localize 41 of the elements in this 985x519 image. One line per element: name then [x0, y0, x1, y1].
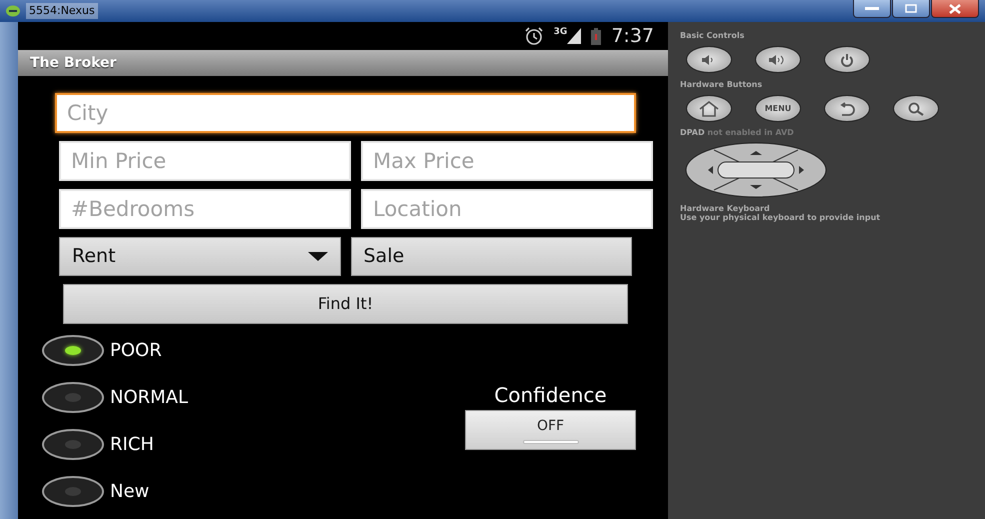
- minimize-button[interactable]: [853, 0, 891, 18]
- menu-button[interactable]: MENU: [755, 95, 801, 122]
- volume-down-button[interactable]: [686, 46, 732, 73]
- maximize-button[interactable]: [892, 0, 930, 18]
- keyboard-note: Use your physical keyboard to provide input: [680, 213, 882, 223]
- toggle-button[interactable]: OFF: [465, 410, 636, 450]
- dropdown[interactable]: Rent: [59, 237, 340, 276]
- maximize-icon: [905, 4, 917, 13]
- close-button[interactable]: [931, 0, 979, 18]
- app-title: The Broker: [18, 50, 668, 76]
- dpad-note: DPAD not enabled in AVD: [680, 128, 795, 138]
- section-title: Hardware Buttons: [680, 79, 764, 91]
- battery-icon: [591, 28, 602, 44]
- minimize-icon: [865, 6, 879, 10]
- radio-option[interactable]: RICH: [42, 426, 188, 462]
- signal-icon: [567, 28, 582, 44]
- volume-up-button[interactable]: [755, 46, 801, 73]
- caret-icon: [308, 252, 328, 261]
- find-button[interactable]: Find It!: [63, 284, 628, 324]
- section-title: Basic Controls: [680, 30, 746, 42]
- toggle-label: Confidence: [494, 382, 607, 409]
- close-icon: [949, 4, 961, 14]
- radio-option[interactable]: POOR: [42, 332, 188, 368]
- network-type: 3G: [554, 26, 568, 39]
- power-icon: [840, 52, 854, 66]
- search-icon: [908, 102, 924, 116]
- home-button[interactable]: [686, 95, 732, 122]
- home-icon: [698, 100, 720, 116]
- window-title: 5554:Nexus: [26, 2, 98, 20]
- back-icon: [838, 102, 856, 116]
- alarm-clock-icon: [524, 27, 544, 45]
- text-field[interactable]: City: [55, 93, 636, 133]
- radio-option[interactable]: New: [42, 473, 188, 509]
- search-button[interactable]: [893, 95, 939, 122]
- sale-button[interactable]: Sale: [350, 237, 632, 276]
- radio-option[interactable]: NORMAL: [42, 379, 188, 415]
- power-button[interactable]: [824, 46, 870, 73]
- android-icon: [6, 5, 20, 17]
- back-button[interactable]: [824, 95, 870, 122]
- clock-time: 7:37: [611, 24, 654, 49]
- keyboard-title: Hardware Keyboard: [680, 204, 771, 214]
